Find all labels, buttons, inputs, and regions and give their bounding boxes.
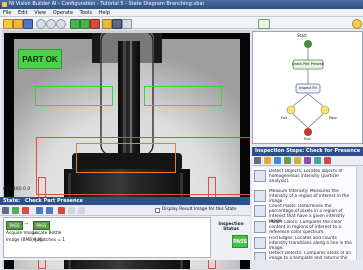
step-list: PASS PASS → Acquire Image Locate Bottle … — [3, 217, 211, 258]
find-edges-icon — [254, 237, 266, 249]
inspection-steps-scrollbar[interactable] — [356, 167, 363, 260]
run-continuous-icon[interactable] — [80, 19, 90, 29]
stop-icon[interactable] — [90, 19, 100, 29]
new-icon[interactable] — [3, 19, 13, 29]
menu-tools[interactable]: Tools — [80, 10, 92, 16]
move-left-icon[interactable] — [36, 207, 43, 214]
check-presence-icon[interactable] — [294, 157, 301, 164]
open-icon[interactable] — [13, 19, 23, 29]
menu-edit[interactable]: Edit — [18, 10, 28, 16]
step-detect-defects[interactable]: Detect Defects: Compares areas of an ima… — [254, 251, 354, 260]
step-detect-defects-text: Detect Defects: Compares areas of an ima… — [269, 251, 352, 260]
node-inspect-fill[interactable]: Inspect Fill — [295, 86, 321, 90]
detect-defects-icon — [254, 252, 266, 260]
inspection-steps-header: Inspection Steps: Check for Presence — [252, 147, 363, 156]
measure-icon[interactable] — [284, 157, 291, 164]
node-end[interactable]: End — [304, 137, 311, 141]
communicate-icon[interactable] — [314, 157, 321, 164]
pause-icon[interactable] — [112, 19, 122, 29]
app-icon — [2, 2, 7, 7]
step-locate-bottle-label[interactable]: Locate Bottle — [33, 231, 61, 236]
roi-green-right[interactable] — [144, 86, 222, 106]
measure-intensity-icon — [254, 190, 266, 202]
match-colors-icon — [254, 221, 266, 233]
step-detect-objects-text: Detect Objects: Locates objects of homog… — [269, 169, 343, 184]
state-header-label: State: — [3, 198, 21, 204]
display-result-checkbox[interactable] — [155, 208, 160, 213]
menu-help[interactable]: Help — [99, 10, 110, 16]
copy-icon[interactable] — [68, 207, 75, 214]
display-result-label: Display Result Image for this State — [162, 207, 237, 212]
node-check-part-presence[interactable]: Check Part Presence — [292, 62, 324, 66]
node-fail[interactable]: Fail — [281, 116, 287, 120]
step-locate-bottle-badge: PASS — [33, 221, 50, 230]
state-toolbar: Display Result Image for this State — [0, 205, 250, 216]
enhance-icon[interactable] — [264, 157, 271, 164]
step-acquire-image-badge: PASS — [6, 221, 23, 230]
settings-icon[interactable] — [102, 19, 112, 29]
inspection-status-pass: PASS — [232, 235, 248, 248]
pixel-readout: 649,460 0.0 — [3, 187, 31, 192]
state-toolbar-icon-3[interactable] — [22, 207, 29, 214]
inspection-steps-toolbar — [252, 156, 363, 166]
menu-bar: File Edit View Operate Tools Help — [0, 9, 363, 17]
roi-green-left[interactable] — [35, 86, 113, 106]
state-header: State: Check Part Presence — [0, 197, 250, 205]
menu-file[interactable]: File — [3, 10, 11, 16]
delete-step-icon[interactable] — [58, 207, 65, 214]
identify-icon[interactable] — [304, 157, 311, 164]
zoom-icon[interactable] — [36, 19, 46, 29]
step-matches: # Matches = 1 — [33, 238, 66, 243]
inspection-steps-list: Detect Objects: Locates objects of homog… — [252, 167, 356, 260]
node-pass[interactable]: Pass — [329, 116, 337, 120]
diagram-toolbar — [250, 17, 363, 29]
state-toolbar-icon-1[interactable] — [2, 207, 9, 214]
node-start[interactable]: Start — [297, 33, 307, 38]
step-detect-objects[interactable]: Detect Objects: Locates objects of homog… — [254, 169, 354, 188]
menu-view[interactable]: View — [34, 10, 46, 16]
run-icon[interactable] — [70, 19, 80, 29]
main-toolbar — [0, 17, 250, 29]
roi-orange[interactable] — [76, 143, 176, 173]
state-header-value: Check Part Presence — [24, 198, 83, 204]
step-arrow: → — [24, 221, 29, 227]
camera-icon[interactable] — [254, 157, 261, 164]
window-title: NI Vision Builder AI - Configuration - T… — [9, 1, 204, 7]
locate-icon[interactable] — [274, 157, 281, 164]
diagram-view-icon[interactable] — [258, 19, 270, 29]
save-icon[interactable] — [23, 19, 33, 29]
paste-icon[interactable] — [78, 207, 85, 214]
state-diagram-panel[interactable]: Start Check Part Presence Inspect Fill F… — [252, 31, 363, 144]
state-toolbar-icon-2[interactable] — [12, 207, 19, 214]
zoom-in-icon[interactable] — [46, 19, 56, 29]
title-bar: NI Vision Builder AI - Configuration - T… — [0, 0, 363, 9]
ok-icon[interactable] — [324, 157, 331, 164]
count-pixels-icon — [254, 205, 266, 217]
detect-objects-icon — [254, 170, 266, 182]
part-ok-banner: PART OK — [18, 49, 62, 69]
step-icon[interactable] — [122, 19, 132, 29]
move-right-icon[interactable] — [46, 207, 53, 214]
inspection-status-label: Inspection Status — [218, 222, 244, 232]
help-icon[interactable] — [352, 19, 362, 29]
zoom-out-icon[interactable] — [56, 19, 66, 29]
menu-operate[interactable]: Operate — [53, 10, 73, 16]
